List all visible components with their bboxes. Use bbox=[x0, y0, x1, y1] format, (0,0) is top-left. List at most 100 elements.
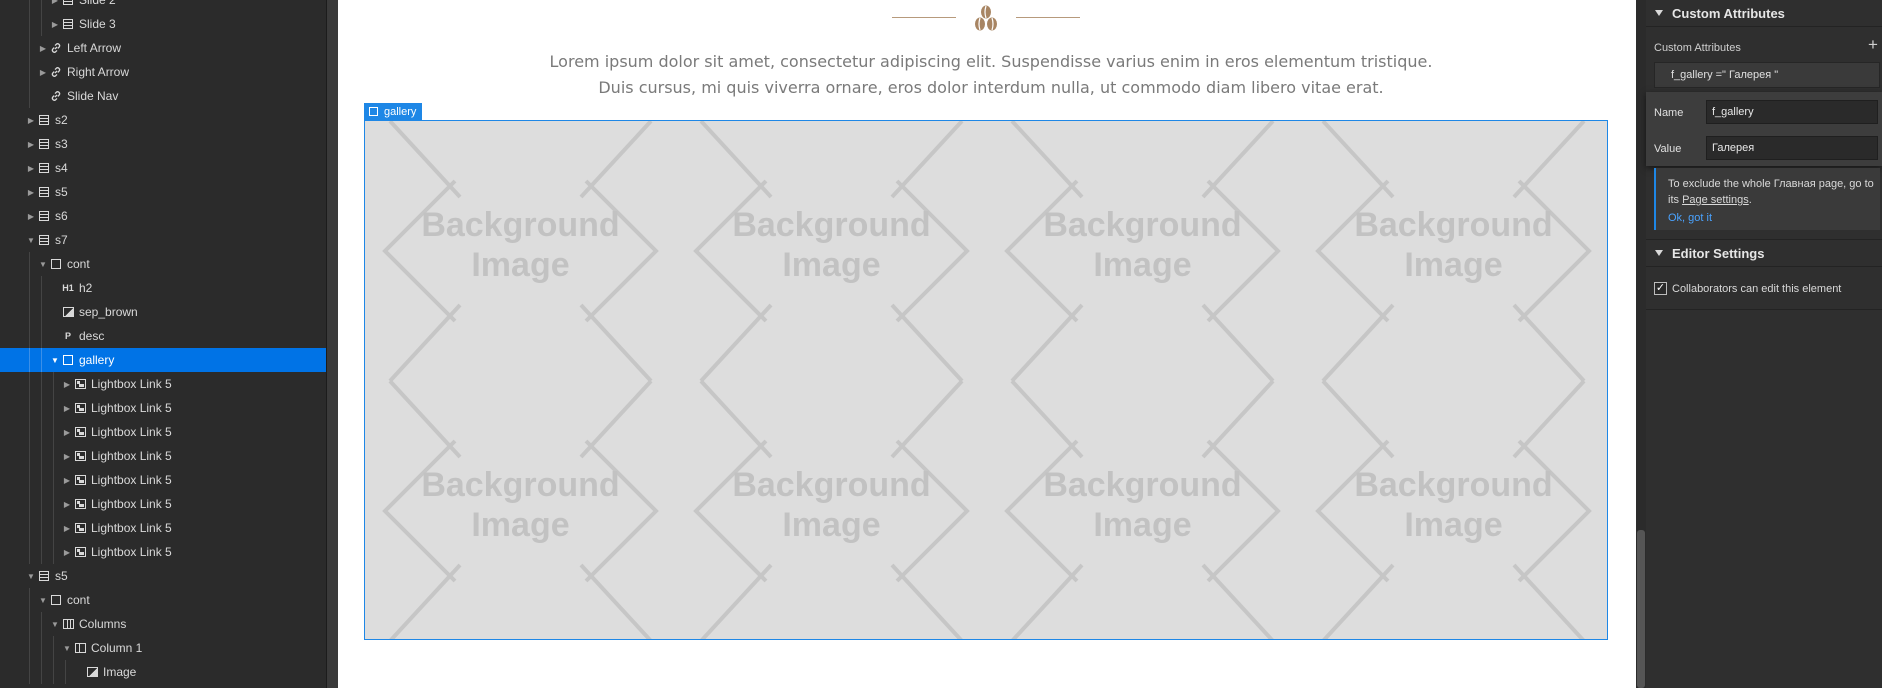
navigator-item[interactable]: H1 h2 bbox=[0, 276, 326, 300]
caret-right-icon[interactable]: ▶ bbox=[62, 379, 72, 389]
gallery-element[interactable]: Background Image Background Image Background… bbox=[364, 120, 1608, 640]
tree-guide-line bbox=[41, 636, 42, 660]
navigator-item[interactable]: ▶ Right Arrow bbox=[0, 60, 326, 84]
tree-guide-line bbox=[53, 636, 54, 660]
navigator-item[interactable]: Slide Nav bbox=[0, 84, 326, 108]
navigator-item[interactable]: Pdesc bbox=[0, 324, 326, 348]
navigator-item[interactable]: sep_brown bbox=[0, 300, 326, 324]
caret-right-icon[interactable]: ▶ bbox=[62, 403, 72, 413]
navigator-item[interactable]: ▶ Slide 2 bbox=[0, 0, 326, 12]
tree-guide-line bbox=[29, 324, 30, 348]
caret-right-icon[interactable]: ▶ bbox=[26, 115, 36, 125]
navigator-item[interactable]: ▼ s5 bbox=[0, 564, 326, 588]
settings-panel: Custom Attributes Custom Attributes + f_… bbox=[1646, 0, 1882, 688]
placeholder-text-line-2: Image bbox=[1404, 506, 1503, 544]
caret-right-icon[interactable]: ▶ bbox=[50, 0, 60, 5]
custom-attributes-header[interactable]: Custom Attributes bbox=[1646, 0, 1882, 26]
canvas-scrollbar-thumb[interactable] bbox=[1637, 530, 1645, 688]
navigator-item[interactable]: ▼ Columns bbox=[0, 612, 326, 636]
placeholder-text: Background Image bbox=[676, 465, 987, 545]
coffee-beans-icon bbox=[975, 5, 997, 31]
caret-right-icon[interactable]: ▶ bbox=[62, 427, 72, 437]
navigator-item-label: Lightbox Link 5 bbox=[91, 521, 172, 535]
caret-down-icon[interactable]: ▼ bbox=[50, 355, 60, 365]
navigator-item[interactable]: ▶ s3 bbox=[0, 132, 326, 156]
navigator-item[interactable]: ▶ Lightbox Link 5 bbox=[0, 396, 326, 420]
navigator-item[interactable]: ▼ cont bbox=[0, 588, 326, 612]
navigator-item[interactable]: ▼ Column 1 bbox=[0, 636, 326, 660]
navigator-item[interactable]: ▼ gallery bbox=[0, 348, 326, 372]
ok-got-it-link[interactable]: Ok, got it bbox=[1668, 212, 1712, 224]
caret-right-icon[interactable]: ▶ bbox=[50, 19, 60, 29]
tree-guide-line bbox=[29, 84, 30, 108]
collaborators-checkbox[interactable]: ✓ bbox=[1654, 282, 1667, 295]
caret-right-icon[interactable]: ▶ bbox=[26, 139, 36, 149]
background-image-placeholder: Background Image bbox=[987, 381, 1298, 639]
navigator-item[interactable]: ▶ s4 bbox=[0, 156, 326, 180]
navigator-item[interactable]: ▶ Lightbox Link 5 bbox=[0, 444, 326, 468]
navigator-scrollbar[interactable] bbox=[327, 0, 338, 688]
tree-guide-line bbox=[29, 0, 30, 12]
name-input[interactable] bbox=[1706, 100, 1878, 124]
tree-guide-line bbox=[29, 516, 30, 540]
caret-down-icon[interactable]: ▼ bbox=[26, 235, 36, 245]
add-attribute-button[interactable]: + bbox=[1866, 36, 1880, 53]
navigator-item[interactable]: ▶ s6 bbox=[0, 204, 326, 228]
tree-guide-line bbox=[41, 300, 42, 324]
selected-element-tag[interactable]: gallery bbox=[364, 103, 423, 120]
caret-down-icon[interactable]: ▼ bbox=[50, 619, 60, 629]
caret-right-icon[interactable]: ▶ bbox=[38, 67, 48, 77]
caret-down-icon[interactable]: ▼ bbox=[38, 259, 48, 269]
navigator-item[interactable]: ▶ Slide 3 bbox=[0, 12, 326, 36]
design-canvas[interactable]: Lorem ipsum dolor sit amet, consectetur … bbox=[338, 0, 1644, 688]
navigator-item-label: Image bbox=[103, 665, 137, 679]
caret-down-icon[interactable]: ▼ bbox=[26, 571, 36, 581]
image-icon bbox=[62, 306, 74, 318]
slide-icon bbox=[62, 18, 74, 30]
tree-guide-line bbox=[29, 468, 30, 492]
navigator-item[interactable]: ▶ Lightbox Link 5 bbox=[0, 372, 326, 396]
navigator-item[interactable]: Image bbox=[0, 660, 326, 684]
navigator-item[interactable]: ▼ s7 bbox=[0, 228, 326, 252]
caret-right-icon[interactable]: ▶ bbox=[62, 499, 72, 509]
navigator-item[interactable]: ▶ Lightbox Link 5 bbox=[0, 468, 326, 492]
columns-icon bbox=[62, 618, 74, 630]
tree-guide-line bbox=[29, 252, 30, 276]
navigator-item[interactable]: ▼ cont bbox=[0, 252, 326, 276]
navigator-item[interactable]: ▶ Lightbox Link 5 bbox=[0, 516, 326, 540]
link-icon bbox=[50, 90, 62, 102]
caret-right-icon[interactable]: ▶ bbox=[62, 523, 72, 533]
caret-right-icon[interactable]: ▶ bbox=[38, 43, 48, 53]
navigator-item[interactable]: ▶ s5 bbox=[0, 180, 326, 204]
navigator-item[interactable]: ▶ Left Arrow bbox=[0, 36, 326, 60]
designer-app: ▶ Slide 2 ▶ Slide 3 ▶ Left Arrow ▶ Right Arrow S… bbox=[0, 0, 1882, 688]
attribute-item[interactable]: f_gallery =" Галерея " bbox=[1654, 62, 1880, 88]
value-input[interactable] bbox=[1706, 136, 1878, 160]
tree-guide-line bbox=[29, 444, 30, 468]
caret-right-icon[interactable]: ▶ bbox=[62, 451, 72, 461]
page-settings-link[interactable]: Page settings bbox=[1682, 194, 1749, 206]
caret-down-icon[interactable]: ▼ bbox=[62, 643, 72, 653]
collapse-triangle-icon bbox=[1655, 250, 1663, 256]
caret-down-icon[interactable]: ▼ bbox=[38, 595, 48, 605]
navigator-item[interactable]: ▶ s2 bbox=[0, 108, 326, 132]
editor-settings-header[interactable]: Editor Settings bbox=[1646, 240, 1882, 266]
navigator-item[interactable]: ▶ Lightbox Link 5 bbox=[0, 420, 326, 444]
navigator-item-label: Slide 2 bbox=[79, 0, 116, 7]
navigator-item-label: s5 bbox=[55, 185, 68, 199]
caret-right-icon[interactable]: ▶ bbox=[62, 547, 72, 557]
tree-guide-line bbox=[53, 420, 54, 444]
caret-right-icon[interactable]: ▶ bbox=[26, 211, 36, 221]
caret-right-icon[interactable]: ▶ bbox=[26, 187, 36, 197]
div-block-icon bbox=[369, 107, 378, 116]
tree-guide-line bbox=[29, 348, 30, 372]
tree-guide-line bbox=[53, 540, 54, 564]
navigator-item[interactable]: ▶ Lightbox Link 5 bbox=[0, 492, 326, 516]
caret-right-icon[interactable]: ▶ bbox=[62, 475, 72, 485]
placeholder-text: Background Image bbox=[365, 465, 676, 545]
caret-right-icon[interactable]: ▶ bbox=[26, 163, 36, 173]
tree-guide-line bbox=[29, 36, 30, 60]
navigator-item[interactable]: ▶ Lightbox Link 5 bbox=[0, 540, 326, 564]
section-icon bbox=[38, 210, 50, 222]
lightbox-icon bbox=[74, 546, 86, 558]
